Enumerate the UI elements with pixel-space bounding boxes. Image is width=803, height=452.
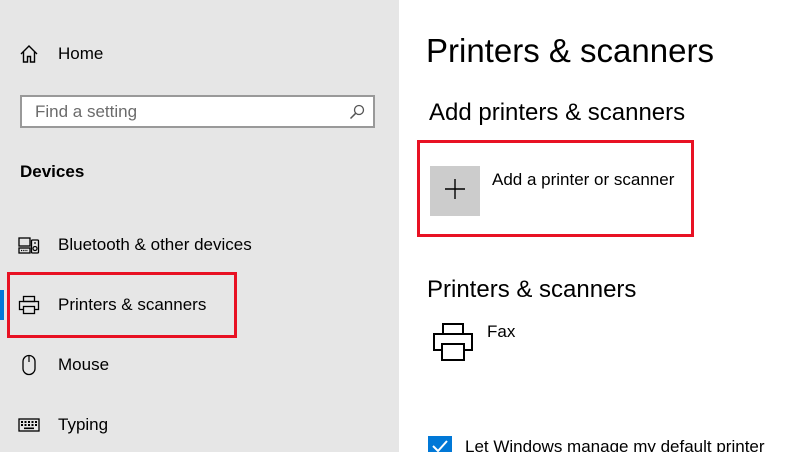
nav-home-label: Home xyxy=(58,44,104,63)
sidebar-item-bluetooth[interactable]: Bluetooth & other devices xyxy=(0,225,399,265)
default-printer-checkbox[interactable] xyxy=(428,436,452,452)
home-icon xyxy=(18,43,40,65)
search-input[interactable] xyxy=(22,97,342,126)
sidebar-item-label: Bluetooth & other devices xyxy=(58,235,252,254)
printers-list-title: Printers & scanners xyxy=(427,276,637,303)
add-section-title: Add printers & scanners xyxy=(429,99,686,126)
sidebar-item-typing[interactable]: Typing xyxy=(0,405,399,445)
search-box xyxy=(20,95,375,128)
page-title: Printers & scanners xyxy=(426,32,714,69)
settings-window: Home Devices xyxy=(0,0,803,452)
bluetooth-devices-icon xyxy=(18,234,40,256)
mouse-icon xyxy=(18,354,40,376)
nav-home[interactable]: Home xyxy=(0,34,399,74)
highlight-box xyxy=(7,272,237,338)
default-printer-checkbox-label[interactable]: Let Windows manage my default printer xyxy=(465,437,765,452)
sidebar-item-mouse[interactable]: Mouse xyxy=(0,345,399,385)
keyboard-icon xyxy=(18,414,40,436)
highlight-box xyxy=(417,140,694,237)
sidebar-section-title: Devices xyxy=(20,162,85,181)
sidebar-item-label: Mouse xyxy=(58,355,110,374)
sidebar: Home Devices xyxy=(0,0,399,452)
sidebar-item-label: Typing xyxy=(58,415,109,434)
device-name-fax[interactable]: Fax xyxy=(487,322,515,342)
checkmark-icon xyxy=(431,437,449,452)
printer-icon xyxy=(432,322,474,364)
search-icon[interactable] xyxy=(349,104,365,120)
